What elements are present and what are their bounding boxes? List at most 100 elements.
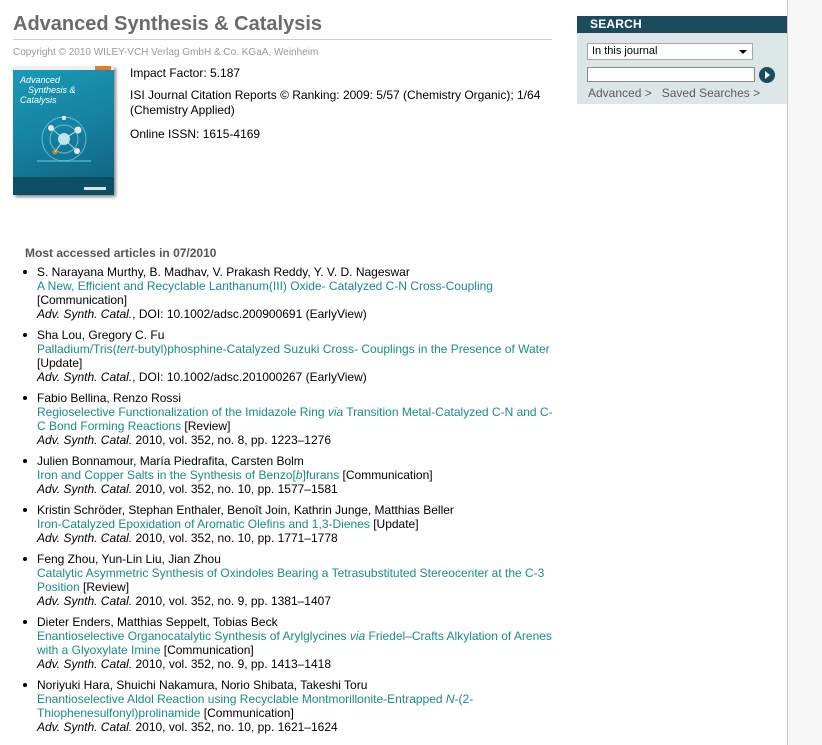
article-item: Sha Lou, Gregory C. Fu Palladium/Tris(ter…: [20, 328, 555, 391]
article-title-italic: via: [327, 405, 344, 419]
article-citation-detail: 2010, vol. 352, no. 9, pp. 1413–1418: [132, 657, 331, 671]
article-citation: Adv. Synth. Catal., DOI: 10.1002/adsc.20…: [37, 307, 555, 321]
article-item: Feng Zhou, Yun-Lin Liu, Jian Zhou Catalyt…: [20, 552, 555, 615]
advanced-search-link[interactable]: Advanced >: [588, 86, 652, 100]
cover-title-line: Synthesis &: [28, 85, 76, 95]
page-right-gutter: [787, 0, 822, 745]
article-citation-detail: , DOI: 10.1002/adsc.201000267 (EarlyView…: [132, 370, 367, 384]
article-journal: Adv. Synth. Catal.: [37, 307, 133, 321]
article-title-text: Enantioselective Aldol Reaction using Re…: [37, 692, 446, 706]
cover-title-line: Advanced: [20, 75, 61, 85]
article-title-text: Regioselective Functionalization of the …: [37, 405, 328, 419]
cover-bottom-band: [13, 177, 114, 195]
article-journal: Adv. Synth. Catal.: [37, 482, 133, 496]
article-title-line: Enantioselective Aldol Reaction using Re…: [37, 692, 555, 720]
article-title-link[interactable]: Regioselective Functionalization of the …: [37, 405, 553, 433]
article-citation: Adv. Synth. Catal. 2010, vol. 352, no. 9…: [37, 657, 555, 671]
article-citation-detail: 2010, vol. 352, no. 10, pp. 1621–1624: [132, 720, 338, 734]
article-citation: Adv. Synth. Catal. 2010, vol. 352, no. 9…: [37, 594, 555, 608]
article-type: [Communication]: [203, 706, 294, 720]
article-item: Fabio Bellina, Renzo Rossi Regioselective…: [20, 391, 555, 454]
article-title-line: A New, Efficient and Recyclable Lanthanu…: [37, 279, 555, 307]
article-title-line: Catalytic Asymmetric Synthesis of Oxindo…: [37, 566, 555, 594]
article-title-link[interactable]: Palladium/Tris(tert-butyl)phosphine-Cata…: [37, 342, 550, 356]
article-title-line: Iron-Catalyzed Epoxidation of Aromatic O…: [37, 517, 555, 531]
cover-tag: [95, 66, 111, 70]
article-title-italic: N: [445, 692, 455, 706]
article-title-text: ]furans: [302, 468, 340, 482]
article-item: S. Narayana Murthy, B. Madhav, V. Prakas…: [20, 265, 555, 328]
article-authors: Noriyuki Hara, Shuichi Nakamura, Norio S…: [37, 678, 368, 692]
article-citation-detail: 2010, vol. 352, no. 9, pp. 1381–1407: [132, 594, 331, 608]
article-title-text: Palladium/Tris(: [37, 342, 117, 356]
article-citation-detail: 2010, vol. 352, no. 8, pp. 1223–1276: [132, 433, 331, 447]
cover-title: Advanced Synthesis & Catalysis: [20, 75, 76, 105]
article-item: Kristin Schröder, Stephan Enthaler, Beno…: [20, 503, 555, 552]
impact-factor: Impact Factor: 5.187: [130, 66, 241, 80]
article-journal: Adv. Synth. Catal.: [37, 594, 133, 608]
article-title-line: Enantioselective Organocatalytic Synthes…: [37, 629, 555, 657]
article-title-link[interactable]: A New, Efficient and Recyclable Lanthanu…: [37, 279, 493, 293]
article-title-text: Iron-Catalyzed Epoxidation of Aromatic O…: [37, 517, 370, 531]
article-journal: Adv. Synth. Catal.: [37, 720, 133, 734]
journal-cover-image[interactable]: Advanced Synthesis & Catalysis: [13, 66, 114, 195]
article-authors: Sha Lou, Gregory C. Fu: [37, 328, 165, 342]
search-panel: SEARCH In this journal Advanced > Saved S…: [577, 16, 787, 104]
search-scope-value: In this journal: [592, 45, 658, 57]
isi-ranking: ISI Journal Citation Reports © Ranking: …: [130, 88, 541, 117]
article-journal: Adv. Synth. Catal.: [37, 657, 133, 671]
online-issn: Online ISSN: 1615-4169: [130, 127, 261, 141]
article-type: [Communication]: [163, 643, 254, 657]
article-type: [Update]: [37, 356, 83, 370]
article-journal: Adv. Synth. Catal.: [37, 370, 133, 384]
article-title-text: -butyl)phosphine-Catalyzed Suzuki Cross-…: [133, 342, 550, 356]
article-item: Dieter Enders, Matthias Seppelt, Tobias …: [20, 615, 555, 678]
article-authors: S. Narayana Murthy, B. Madhav, V. Prakas…: [37, 265, 410, 279]
article-authors: Dieter Enders, Matthias Seppelt, Tobias …: [37, 615, 278, 629]
article-authors: Kristin Schröder, Stephan Enthaler, Beno…: [37, 503, 454, 517]
copyright-notice: Copyright © 2010 WILEY-VCH Verlag GmbH &…: [13, 47, 319, 58]
article-title-italic: tert: [116, 342, 134, 356]
journal-title: Advanced Synthesis & Catalysis: [13, 13, 323, 35]
article-citation: Adv. Synth. Catal. 2010, vol. 352, no. 1…: [37, 720, 555, 734]
gutter-border: [787, 0, 788, 745]
article-title-link[interactable]: Enantioselective Organocatalytic Synthes…: [37, 629, 552, 657]
title-divider: [13, 39, 552, 40]
article-journal: Adv. Synth. Catal.: [37, 531, 133, 545]
article-item: Julien Bonnamour, María Piedrafita, Cars…: [20, 454, 555, 503]
article-title-line: Iron and Copper Salts in the Synthesis o…: [37, 468, 555, 482]
article-authors: Julien Bonnamour, María Piedrafita, Cars…: [37, 454, 304, 468]
article-citation: Adv. Synth. Catal. 2010, vol. 352, no. 8…: [37, 433, 555, 447]
article-citation: Adv. Synth. Catal., DOI: 10.1002/adsc.20…: [37, 370, 555, 384]
article-type: [Communication]: [342, 468, 433, 482]
article-type: [Update]: [373, 517, 419, 531]
article-authors: Feng Zhou, Yun-Lin Liu, Jian Zhou: [37, 552, 221, 566]
article-citation: Adv. Synth. Catal. 2010, vol. 352, no. 1…: [37, 531, 555, 545]
article-title-link[interactable]: Iron and Copper Salts in the Synthesis o…: [37, 468, 339, 482]
most-accessed-list: S. Narayana Murthy, B. Madhav, V. Prakas…: [20, 265, 555, 741]
cover-publisher-mark: [84, 187, 106, 190]
article-title-text: Iron and Copper Salts in the Synthesis o…: [37, 468, 296, 482]
chevron-down-icon: [739, 50, 747, 54]
article-title-line: Palladium/Tris(tert-butyl)phosphine-Cata…: [37, 342, 555, 370]
article-title-link[interactable]: Iron-Catalyzed Epoxidation of Aromatic O…: [37, 517, 370, 531]
article-type: [Review]: [83, 580, 130, 594]
article-authors: Fabio Bellina, Renzo Rossi: [37, 391, 182, 405]
article-title-text: A New, Efficient and Recyclable Lanthanu…: [37, 279, 493, 293]
cover-molecule-art: [37, 116, 91, 162]
article-citation-detail: 2010, vol. 352, no. 10, pp. 1771–1778: [132, 531, 338, 545]
search-scope-select[interactable]: In this journal: [587, 43, 753, 60]
article-type: [Review]: [184, 419, 231, 433]
search-input[interactable]: [587, 67, 755, 82]
article-title-text: Enantioselective Organocatalytic Synthes…: [37, 629, 350, 643]
article-citation: Adv. Synth. Catal. 2010, vol. 352, no. 1…: [37, 482, 555, 496]
cover-title-line: Catalysis: [20, 95, 57, 105]
article-citation-detail: 2010, vol. 352, no. 10, pp. 1577–1581: [132, 482, 338, 496]
search-links: Advanced > Saved Searches >: [588, 86, 760, 100]
saved-searches-link[interactable]: Saved Searches >: [662, 86, 760, 100]
article-type: [Communication]: [37, 293, 128, 307]
article-item: Noriyuki Hara, Shuichi Nakamura, Norio S…: [20, 678, 555, 741]
search-go-button[interactable]: [759, 67, 775, 83]
search-heading: SEARCH: [577, 16, 787, 33]
article-title-line: Regioselective Functionalization of the …: [37, 405, 555, 433]
